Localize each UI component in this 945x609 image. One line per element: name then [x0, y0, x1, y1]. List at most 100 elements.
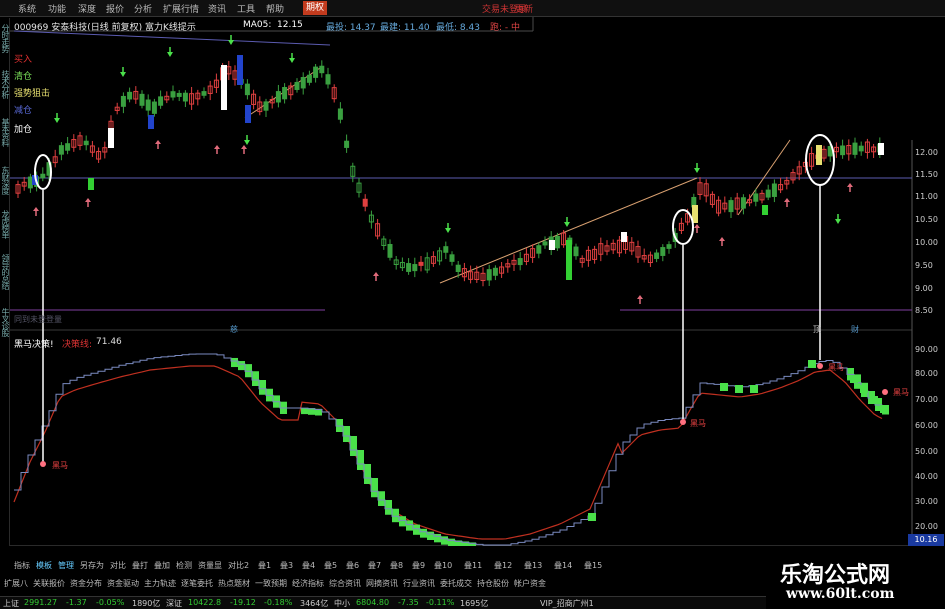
- tab-row1-19[interactable]: 叠11: [464, 560, 482, 571]
- tab-row1-18[interactable]: 叠10: [434, 560, 452, 571]
- candle-body: [282, 87, 288, 100]
- tab-row1-12[interactable]: 叠4: [302, 560, 315, 571]
- price-axis-label: 10.00: [915, 238, 938, 247]
- decline-block: [434, 534, 441, 543]
- decline-block: [231, 357, 238, 368]
- sz-pct: -0.18%: [264, 598, 293, 607]
- indicator-axis-label: 60.00: [915, 421, 938, 430]
- tab-row1-15[interactable]: 叠7: [368, 560, 381, 571]
- signal-candle: [762, 205, 768, 215]
- tab-row1-22[interactable]: 叠14: [554, 560, 572, 571]
- tab-row2-9[interactable]: 综合资讯: [329, 578, 361, 589]
- indicator-axis-label: 90.00: [915, 345, 938, 354]
- candle-body: [275, 91, 281, 103]
- tab-row1-0[interactable]: 指标: [14, 560, 30, 571]
- tab-row2-5[interactable]: 逐笔委托: [181, 578, 213, 589]
- zx-vol: 1695亿: [460, 599, 489, 608]
- watermark: 乐淘公式网 www.60lt.com: [766, 553, 945, 609]
- indicator-note: 同到未登登量: [14, 315, 62, 324]
- tab-row1-9[interactable]: 对比2: [228, 560, 249, 571]
- heima-marker-icon: [882, 389, 888, 395]
- buy-arrow-icon: [847, 183, 853, 187]
- tab-row2-13[interactable]: 持仓股份: [477, 578, 509, 589]
- tab-row1-20[interactable]: 叠12: [494, 560, 512, 571]
- zx-pct: -0.11%: [426, 598, 455, 607]
- signal-candle: [221, 65, 227, 110]
- tab-row2-2[interactable]: 资金分布: [70, 578, 102, 589]
- decline-block: [870, 396, 878, 404]
- tab-row2-14[interactable]: 帐户资金: [514, 578, 546, 589]
- candle-body: [176, 92, 182, 97]
- candle-body: [765, 189, 771, 198]
- price-box: 10.16: [908, 534, 944, 546]
- tab-row2-1[interactable]: 关联报价: [33, 578, 65, 589]
- tab-row2-3[interactable]: 资金驱动: [107, 578, 139, 589]
- candle-body: [492, 267, 498, 276]
- tab-row1-23[interactable]: 叠15: [584, 560, 602, 571]
- tab-row1-1[interactable]: 模板: [36, 560, 52, 571]
- tab-row1-3[interactable]: 另存为: [80, 560, 104, 571]
- decline-block: [413, 524, 420, 535]
- candle-body: [58, 145, 64, 155]
- zx-label: 中小: [334, 599, 350, 608]
- signal-candle: [621, 232, 627, 242]
- tab-row1-11[interactable]: 叠3: [280, 560, 293, 571]
- tab-row2-7[interactable]: 一致预期: [255, 578, 287, 589]
- candle-body: [536, 245, 542, 254]
- buy-arrow-icon: [33, 207, 39, 211]
- tab-row1-8[interactable]: 资量显: [198, 560, 222, 571]
- candle-body: [449, 254, 455, 262]
- decline-block: [860, 385, 868, 393]
- candle-body: [740, 197, 746, 209]
- heima-marker-icon: [680, 419, 686, 425]
- candle-body: [170, 91, 176, 98]
- price-axis-label: 11.00: [915, 192, 938, 201]
- tab-row2-10[interactable]: 网摘资讯: [366, 578, 398, 589]
- tab-row1-7[interactable]: 检测: [176, 560, 192, 571]
- decline-block: [385, 500, 392, 515]
- buy-arrow-icon: [784, 198, 790, 202]
- tab-row1-10[interactable]: 叠1: [258, 560, 271, 571]
- price-axis-label: 10.50: [915, 215, 938, 224]
- tab-row1-6[interactable]: 叠加: [154, 560, 170, 571]
- tab-row1-13[interactable]: 叠5: [324, 560, 337, 571]
- tab-row1-17[interactable]: 叠9: [412, 560, 425, 571]
- indicator-sub-value: 71.46: [96, 337, 122, 347]
- candle-body: [151, 101, 157, 114]
- candle-body: [300, 77, 306, 89]
- candle-body: [753, 193, 759, 202]
- signal-candle: [88, 178, 94, 190]
- tab-row1-2[interactable]: 管理: [58, 560, 74, 571]
- buy-arrow-icon: [637, 295, 643, 299]
- sh-value: 2991.27: [24, 598, 58, 607]
- candle-body: [840, 145, 846, 156]
- indicator-axis-label: 70.00: [915, 395, 938, 404]
- tab-row2-0[interactable]: 扩展八: [4, 578, 28, 589]
- tab-row1-21[interactable]: 叠13: [524, 560, 542, 571]
- sell-arrow-icon: [167, 52, 173, 57]
- tab-row1-5[interactable]: 叠打: [132, 560, 148, 571]
- heima-label-3: 黑马: [828, 363, 844, 372]
- indicator-axis-label: 30.00: [915, 497, 938, 506]
- tab-row2-8[interactable]: 经济指标: [292, 578, 324, 589]
- candle-body: [344, 140, 350, 148]
- tab-row2-6[interactable]: 热点题材: [218, 578, 250, 589]
- tab-row2-12[interactable]: 委托成交: [440, 578, 472, 589]
- heima-label-4: 黑马: [893, 388, 909, 397]
- candle-body: [27, 176, 33, 189]
- tab-row1-16[interactable]: 叠8: [390, 560, 403, 571]
- price-axis-label: 9.50: [915, 261, 933, 270]
- tab-row2-11[interactable]: 行业资讯: [403, 578, 435, 589]
- candle-body: [554, 235, 560, 249]
- tab-row1-14[interactable]: 叠6: [346, 560, 359, 571]
- watermark-title: 乐淘公式网: [780, 563, 891, 588]
- candle-body: [666, 244, 672, 249]
- sz-value: 10422.8: [188, 598, 222, 607]
- tab-row2-4[interactable]: 主力轨迹: [144, 578, 176, 589]
- tab-row1-4[interactable]: 对比: [110, 560, 126, 571]
- heima-marker-icon: [817, 363, 823, 369]
- decline-block: [357, 450, 364, 470]
- signal-candle: [878, 143, 884, 155]
- candle-body: [387, 244, 393, 258]
- candle-body: [294, 81, 300, 90]
